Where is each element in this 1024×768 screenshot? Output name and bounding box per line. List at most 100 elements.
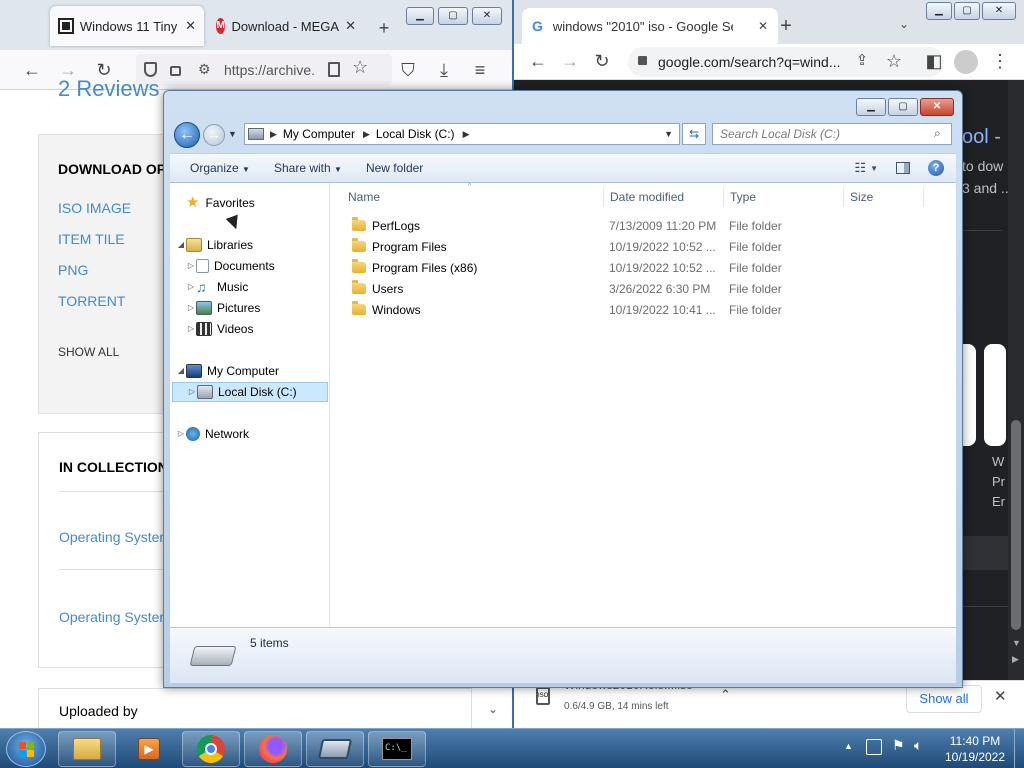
scrollbar-thumb[interactable] (1011, 420, 1021, 630)
new-tab-icon[interactable]: + (772, 12, 800, 40)
file-row[interactable]: Windows 10/19/2022 10:41 ... File folder (344, 300, 944, 321)
share-icon[interactable]: ⇪ (848, 47, 876, 75)
firefox-tab-archive[interactable]: Windows 11 Tiny E ✕ (50, 6, 204, 46)
expand-icon[interactable]: ▷ (186, 256, 196, 276)
chevron-down-icon[interactable]: ▼ (870, 164, 896, 173)
expand-icon[interactable]: ▷ (187, 382, 197, 402)
chrome-url-text[interactable]: google.com/search?q=wind... (658, 54, 841, 70)
column-header-name[interactable]: Name (342, 187, 604, 207)
forward-icon[interactable]: → (556, 47, 584, 75)
view-options-icon[interactable]: ☷ (850, 160, 870, 176)
pocket-icon[interactable]: ⛉ (394, 56, 422, 84)
taskbar-media-player[interactable]: ▶ (120, 731, 178, 767)
file-row[interactable]: Program Files 10/19/2022 10:52 ... File … (344, 237, 944, 258)
collection-link[interactable]: Operating Syster (59, 529, 164, 545)
start-button[interactable] (6, 731, 46, 767)
permissions-icon[interactable]: ⚙ (198, 61, 211, 78)
file-row[interactable]: PerfLogs 7/13/2009 11:20 PM File folder (344, 216, 944, 237)
shield-icon[interactable] (144, 62, 157, 77)
minimize-icon[interactable]: ▁ (406, 7, 434, 25)
close-window-icon[interactable]: ✕ (920, 98, 954, 116)
close-tab-icon[interactable]: ✕ (758, 19, 768, 33)
nav-network[interactable]: ▷ Network (176, 424, 249, 444)
collection-link[interactable]: Operating Syster (59, 609, 164, 625)
nav-libraries[interactable]: ◢ Libraries (176, 235, 253, 255)
expand-icon[interactable]: ▷ (186, 277, 196, 297)
network-status-icon[interactable] (866, 739, 882, 755)
back-icon[interactable]: ← (524, 47, 552, 75)
firefox-url-text[interactable]: https://archive. (224, 62, 324, 78)
search-input[interactable]: Search Local Disk (C:) (712, 123, 952, 145)
collapse-icon[interactable]: ◢ (176, 235, 186, 255)
taskbar-file-manager[interactable] (306, 731, 364, 767)
scroll-down-icon[interactable]: ⌄ (488, 702, 498, 716)
new-tab-icon[interactable]: + (370, 14, 398, 42)
organize-button[interactable]: Organize ▼ (178, 161, 262, 175)
maximize-icon[interactable]: ▢ (888, 98, 918, 116)
close-tab-icon[interactable]: ✕ (179, 18, 196, 34)
chrome-menu-icon[interactable]: ⋮ (986, 47, 1014, 75)
image-card[interactable] (962, 344, 976, 446)
firefox-url-bar[interactable]: ⚙ https://archive. ☆ (136, 54, 392, 86)
lock-icon[interactable] (170, 66, 181, 76)
downloads-icon[interactable]: ⤓ (430, 56, 458, 84)
action-center-flag-icon[interactable]: ⚑ (892, 737, 905, 754)
nav-music[interactable]: ▷ ♫ Music (186, 277, 248, 297)
scroll-down-icon[interactable]: ▼ (1012, 638, 1021, 648)
breadcrumb-chevron-icon[interactable]: ▶ (463, 129, 470, 140)
scroll-right-icon[interactable]: ▶ (1012, 654, 1019, 665)
maximize-icon[interactable]: ▢ (954, 2, 980, 20)
firefox-tab-mega[interactable]: M Download - MEGA ✕ (208, 6, 364, 46)
address-bar[interactable]: ▶ My Computer ▶ Local Disk (C:) ▶ ▼ (244, 123, 680, 145)
reviews-heading[interactable]: 2 Reviews (58, 76, 159, 102)
profile-avatar[interactable] (954, 50, 978, 74)
forward-icon[interactable]: → (203, 124, 225, 146)
taskbar-command-prompt[interactable]: C:\_ (368, 731, 426, 767)
breadcrumb-chevron-icon[interactable]: ▶ (270, 129, 277, 140)
nav-favorites[interactable]: ★ Favorites (176, 193, 255, 213)
nav-documents[interactable]: ▷ Documents (186, 256, 275, 276)
close-window-icon[interactable]: ✕ (472, 7, 502, 25)
breadcrumb-local-disk[interactable]: Local Disk (C:) (376, 127, 455, 141)
breadcrumb-my-computer[interactable]: My Computer (283, 127, 355, 141)
nav-videos[interactable]: ▷ Videos (186, 319, 253, 339)
bookmark-star-icon[interactable]: ☆ (880, 47, 908, 75)
volume-icon[interactable]: 🔈︎ (914, 737, 922, 754)
show-hidden-icons-icon[interactable]: ▲ (844, 741, 853, 751)
close-download-shelf-icon[interactable]: ✕ (994, 687, 1007, 705)
new-folder-button[interactable]: New folder (354, 161, 435, 175)
reader-view-icon[interactable] (328, 62, 340, 77)
show-all-link[interactable]: SHOW ALL (58, 345, 119, 359)
back-icon[interactable]: ← (18, 56, 46, 84)
address-history-icon[interactable]: ▼ (658, 129, 679, 139)
iso-image-link[interactable]: ISO IMAGE (58, 200, 131, 216)
minimize-icon[interactable]: ▁ (856, 98, 886, 116)
bookmark-star-icon[interactable]: ☆ (352, 57, 368, 78)
refresh-icon[interactable]: ⇆ (682, 123, 706, 145)
nav-pictures[interactable]: ▷ Pictures (186, 298, 260, 318)
help-icon[interactable]: ? (928, 160, 944, 176)
collapse-icon[interactable]: ◢ (176, 361, 186, 381)
reload-icon[interactable]: ↻ (588, 47, 616, 75)
menu-icon[interactable]: ≡ (466, 56, 494, 84)
taskbar-chrome[interactable] (182, 731, 240, 767)
expand-icon[interactable]: ▷ (176, 424, 186, 444)
preview-pane-icon[interactable] (896, 162, 910, 174)
system-clock[interactable]: 11:40 PM 10/19/2022 (940, 733, 1010, 765)
file-row[interactable]: Program Files (x86) 10/19/2022 10:52 ...… (344, 258, 944, 279)
nav-local-disk[interactable]: ▷ Local Disk (C:) (172, 382, 328, 402)
file-row[interactable]: Users 3/26/2022 6:30 PM File folder (344, 279, 944, 300)
column-header-date[interactable]: Date modified (604, 187, 724, 207)
breadcrumb-chevron-icon[interactable]: ▶ (363, 129, 370, 140)
search-icon[interactable]: ⌕ (934, 126, 941, 141)
tab-search-icon[interactable]: ⌄ (890, 10, 918, 38)
taskbar-explorer[interactable] (58, 731, 116, 767)
share-with-button[interactable]: Share with ▼ (262, 161, 354, 175)
taskbar-firefox[interactable] (244, 731, 302, 767)
image-card[interactable] (984, 344, 1006, 446)
minimize-icon[interactable]: ▁ (926, 2, 952, 20)
download-options-icon[interactable]: ⌃ (720, 687, 731, 703)
item-tile-link[interactable]: ITEM TILE (58, 231, 125, 247)
png-link[interactable]: PNG (58, 262, 88, 278)
expand-icon[interactable]: ▷ (186, 298, 196, 318)
